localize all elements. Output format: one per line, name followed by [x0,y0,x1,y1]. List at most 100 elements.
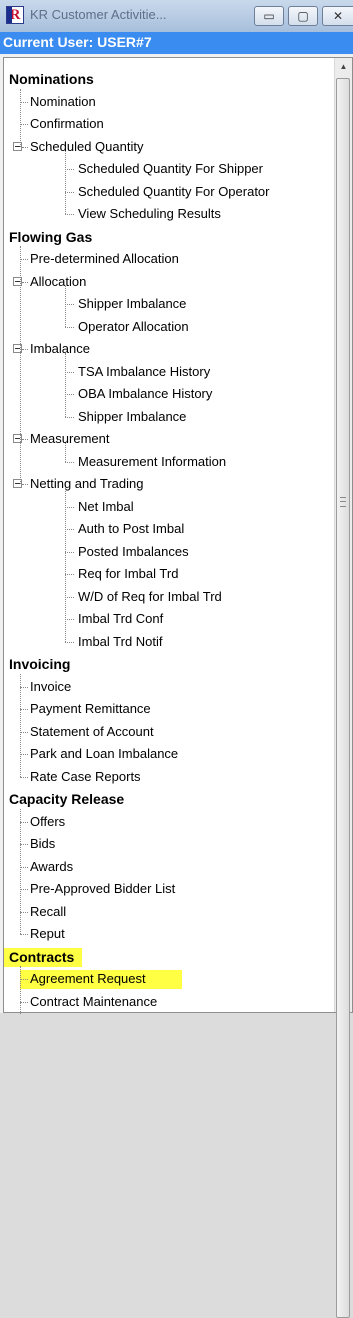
tree-item-label: Park and Loan Imbalance [30,746,179,761]
tree-leaf[interactable]: Imbal Trd Notif [4,631,324,653]
tree-node-label: Scheduled Quantity [30,138,144,154]
tree-leaf-label: Shipper Imbalance [78,408,187,424]
scrollbar-thumb[interactable] [336,78,350,1318]
tree-leaf-label: W/D of Req for Imbal Trd [78,588,222,604]
navigation-tree-panel: Nominations Nomination Confirmation Schedul… [3,57,353,1318]
tree-item-label: Nomination [30,93,96,109]
tree-item[interactable]: Statement of Account [4,721,324,743]
navigation-tree: Nominations Nomination Confirmation Schedul… [4,58,335,1014]
minimize-icon: ▭ [263,9,275,23]
tree-section[interactable]: Capacity Release [4,788,324,810]
triangle-up-icon: ▲ [339,62,348,71]
tree-leaf[interactable]: Auth to Post Imbal [4,518,324,540]
tree-leaf-label: Shipper Imbalance [78,296,187,311]
tree-section[interactable]: Nominations [4,68,324,90]
current-user-bar: Current User: USER#7 [0,32,353,54]
maximize-icon: ▢ [297,9,309,23]
tree-section[interactable]: Flowing Gas [4,226,324,248]
app-window: R KR Customer Activitie... ▭ ▢ ✕ Current… [0,0,353,1318]
tree-item-label: Agreement Request [30,971,146,986]
tree-item[interactable]: Park and Loan Imbalance [4,743,324,765]
current-user-label: Current User: USER#7 [3,34,152,50]
tree-item-label: Reput [30,926,65,941]
title-bar[interactable]: R KR Customer Activitie... ▭ ▢ ✕ [0,0,353,33]
tree-item-label: Rate Case Reports [30,768,141,784]
tree-item-label: Statement of Account [30,723,154,739]
tree-item-label: Contract Maintenance [30,993,158,1009]
tree-node[interactable]: Scheduled Quantity [4,136,324,158]
tree-leaf[interactable]: OBA Imbalance History [4,383,324,405]
tree-item[interactable]: Rate Case Reports [4,766,324,788]
tree-node[interactable]: Imbalance [4,338,324,360]
tree-leaf[interactable]: Shipper Imbalance [4,406,324,428]
tree-item-label: Pre-determined Allocation [30,251,179,266]
tree-section-label: Nominations [9,71,94,87]
tree-leaf[interactable]: Imbal Trd Conf [4,608,324,630]
tree-leaf[interactable]: Req for Imbal Trd [4,563,324,585]
tree-node-label: Imbalance [30,341,90,356]
close-icon: ✕ [332,9,344,23]
tree-item[interactable]: Reput [4,923,324,945]
tree-item[interactable]: Recall [4,901,324,923]
tree-leaf-label: Auth to Post Imbal [78,521,185,536]
tree-node[interactable]: Measurement [4,428,324,450]
tree-leaf[interactable]: Scheduled Quantity For Shipper [4,158,324,180]
tree-leaf-label: Req for Imbal Trd [78,566,179,581]
tree-node-label: Allocation [30,273,87,289]
tree-leaf[interactable]: Operator Allocation [4,316,324,338]
tree-node[interactable]: Allocation [4,271,324,293]
tree-leaf-label: Scheduled Quantity For Shipper [78,161,263,176]
tree-item-label: Bids [30,836,56,851]
tree-section[interactable]: Invoicing [4,653,324,675]
tree-item-label: Offers [30,813,66,829]
maximize-button[interactable]: ▢ [288,6,318,26]
tree-item[interactable]: Confirmation [4,113,324,135]
tree-leaf[interactable]: Scheduled Quantity For Operator [4,181,324,203]
tree-leaf[interactable]: Net Imbal [4,496,324,518]
tree-leaf[interactable]: TSA Imbalance History [4,361,324,383]
tree-item-label: Recall [30,903,67,919]
tree-item-label: Transportation Sales [30,1013,149,1014]
tree-leaf[interactable]: Posted Imbalances [4,541,324,563]
tree-leaf-label: OBA Imbalance History [78,386,213,401]
tree-leaf-label: Operator Allocation [78,318,189,334]
close-button[interactable]: ✕ [322,6,353,26]
tree-leaf[interactable]: W/D of Req for Imbal Trd [4,586,324,608]
tree-item[interactable]: Awards [4,856,324,878]
tree-item-label: Awards [30,858,74,874]
tree-item-label: Pre-Approved Bidder List [30,881,176,896]
minimize-button[interactable]: ▭ [254,6,284,26]
tree-leaf[interactable]: Shipper Imbalance [4,293,324,315]
vertical-scrollbar[interactable]: ▲ [334,58,352,1318]
tree-item[interactable]: Nomination [4,91,324,113]
tree-leaf[interactable]: View Scheduling Results [4,203,324,225]
tree-section[interactable]: Contracts [4,946,324,968]
tree-section-label: Invoicing [9,656,71,672]
tree-leaf-label: Measurement Information [78,453,227,469]
tree-item[interactable]: Pre-Approved Bidder List [4,878,324,900]
tree-item-label: Payment Remittance [30,701,151,716]
tree-item[interactable]: Offers [4,811,324,833]
tree-section-label: Capacity Release [9,791,125,807]
tree-item[interactable]: Invoice [4,676,324,698]
tree-leaf[interactable]: Measurement Information [4,451,324,473]
scrollbar-grip-icon [340,497,346,507]
tree-item[interactable]: Bids [4,833,324,855]
tree-section-label: Contracts [9,948,75,965]
tree-node-label: Netting and Trading [30,476,144,491]
tree-item[interactable]: Contract Maintenance [4,991,324,1013]
tree-item[interactable]: Payment Remittance [4,698,324,720]
tree-item[interactable]: Agreement Request [4,968,324,990]
tree-leaf-label: TSA Imbalance History [78,363,211,379]
tree-item-label: Confirmation [30,116,104,131]
tree-leaf-label: Scheduled Quantity For Operator [78,183,270,199]
tree-leaf-label: Imbal Trd Notif [78,633,163,649]
tree-item-label: Invoice [30,678,72,694]
tree-item[interactable]: Pre-determined Allocation [4,248,324,270]
scroll-up-button[interactable]: ▲ [335,58,352,75]
tree-leaf-label: View Scheduling Results [78,206,221,221]
tree-item[interactable]: Transportation Sales [4,1013,324,1014]
tree-leaf-label: Net Imbal [78,498,134,514]
kr-logo-icon: R [6,6,24,24]
tree-node[interactable]: Netting and Trading [4,473,324,495]
